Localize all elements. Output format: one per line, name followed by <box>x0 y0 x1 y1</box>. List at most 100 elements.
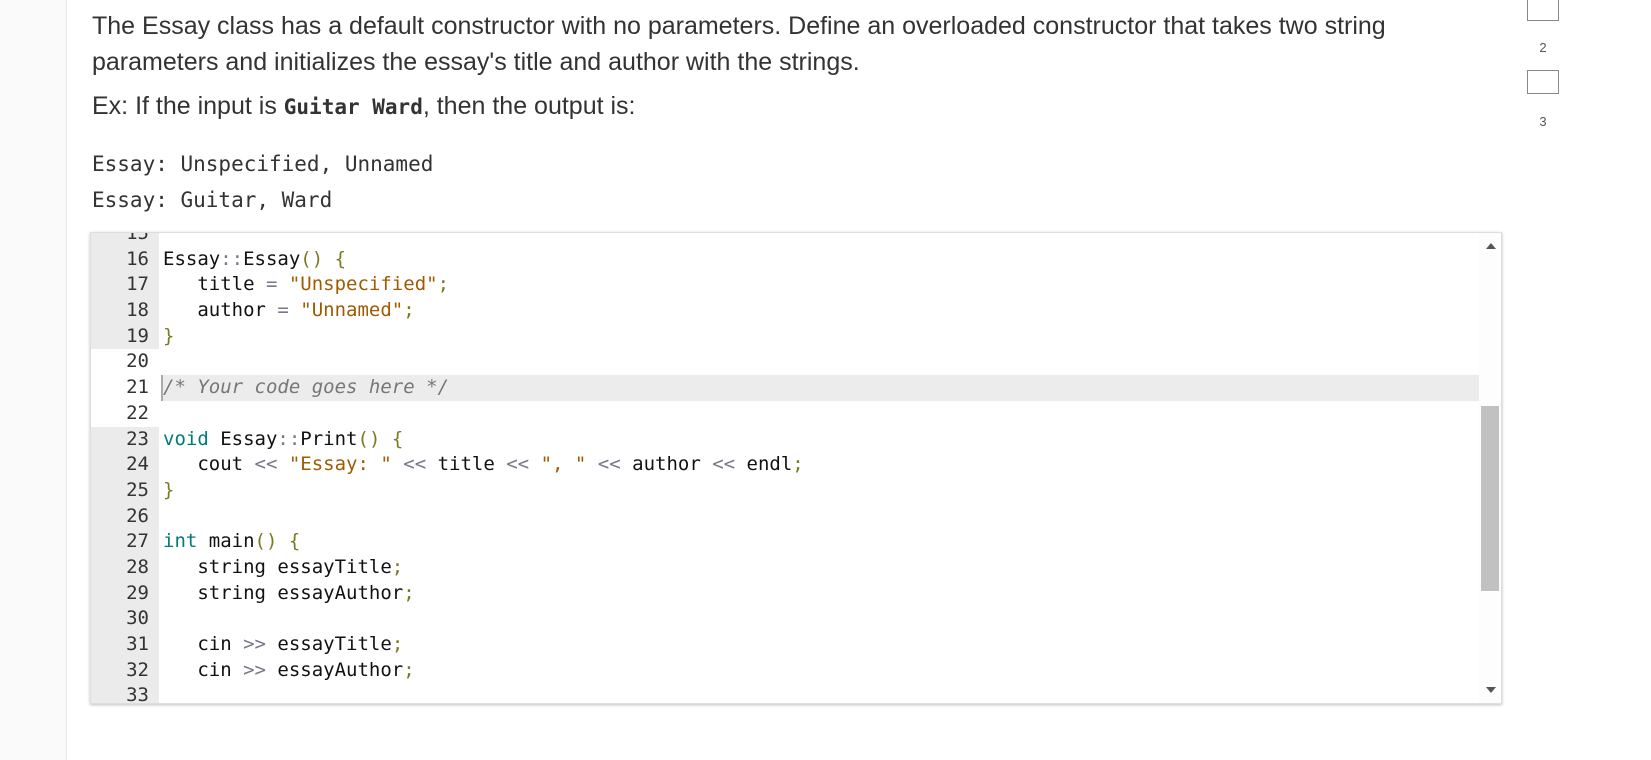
line-number: 26 <box>91 503 159 530</box>
code-text[interactable] <box>163 349 1479 375</box>
code-token: essayAuthor <box>265 658 404 681</box>
code-text[interactable]: void Essay::Print() { <box>163 427 1479 453</box>
code-text[interactable] <box>163 401 1479 427</box>
line-number: 15 <box>91 233 159 247</box>
code-line[interactable]: 16 Essay::Essay() { <box>91 246 1479 273</box>
code-token: >> <box>243 633 266 655</box>
code-token: endl <box>735 453 793 476</box>
code-lines[interactable]: 15 16 Essay::Essay() {17 title = "Unspecif… <box>91 233 1479 703</box>
code-line[interactable]: 24 cout << "Essay: " << title << ", " <<… <box>91 452 1479 478</box>
code-line[interactable]: 19} <box>91 323 1479 350</box>
output-line: Essay: Guitar, Ward <box>92 188 333 212</box>
example-input: Guitar Ward <box>283 95 423 119</box>
line-number: 31 <box>91 632 159 658</box>
code-line[interactable]: 20 <box>91 349 1479 376</box>
code-token: Essay <box>163 247 221 270</box>
example-prefix: Ex: If the input is <box>92 92 284 120</box>
progress-tab-label: 3 <box>1539 114 1547 129</box>
line-number: 16 <box>91 246 159 273</box>
line-number: 17 <box>91 272 159 299</box>
code-text[interactable]: title = "Unspecified"; <box>163 272 1479 298</box>
line-number: 33 <box>91 683 159 703</box>
code-text[interactable]: cout << "Essay: " << title << ", " << au… <box>163 452 1479 478</box>
code-line[interactable]: 23 void Essay::Print() { <box>91 426 1479 453</box>
output-line: Essay: Unspecified, Unnamed <box>92 152 434 176</box>
scrollbar[interactable] <box>1479 233 1501 703</box>
progress-tab-3[interactable] <box>1527 70 1559 94</box>
progress-tab-label: 2 <box>1539 40 1547 55</box>
code-text[interactable] <box>163 233 1479 247</box>
code-line[interactable]: 22 <box>91 400 1479 427</box>
code-token: ; <box>403 658 415 681</box>
code-text[interactable]: int main() { <box>163 529 1479 555</box>
code-line[interactable]: 17 title = "Unspecified"; <box>91 272 1479 299</box>
code-token: ; <box>437 273 450 296</box>
scrollbar-thumb[interactable] <box>1481 406 1499 591</box>
code-token: << <box>254 453 278 476</box>
problem-statement: The Essay class has a default constructo… <box>92 12 1386 76</box>
code-line[interactable]: 25} <box>91 477 1479 504</box>
code-token: ; <box>403 581 415 604</box>
code-text[interactable] <box>163 683 1479 703</box>
scroll-up-arrow-icon[interactable] <box>1486 243 1496 249</box>
code-token: ; <box>391 633 404 655</box>
code-text[interactable]: string essayAuthor; <box>163 581 1479 607</box>
code-text[interactable]: /* Your code goes here */ <box>161 375 1479 401</box>
code-text[interactable]: string essayTitle; <box>163 555 1479 581</box>
code-line[interactable]: 31 cin >> essayTitle; <box>91 632 1479 658</box>
code-line[interactable]: 27 int main() { <box>91 529 1479 555</box>
code-token: } <box>163 324 175 347</box>
code-text[interactable] <box>163 504 1479 530</box>
code-token: Print <box>300 427 358 450</box>
code-line[interactable]: 28 string essayTitle; <box>91 554 1479 581</box>
code-line[interactable]: 21/* Your code goes here */ <box>91 375 1479 401</box>
line-number: 24 <box>91 452 159 478</box>
code-text[interactable] <box>163 606 1479 632</box>
code-token: cin <box>163 658 244 681</box>
progress-tab-2[interactable] <box>1527 0 1559 21</box>
code-token: << <box>597 453 621 476</box>
code-text[interactable]: } <box>163 478 1479 504</box>
code-editor[interactable]: 15 16 Essay::Essay() {17 title = "Unspecif… <box>90 232 1502 704</box>
code-text[interactable]: } <box>163 324 1479 350</box>
code-token: "Unnamed" <box>300 299 404 322</box>
code-line[interactable]: 29 string essayAuthor; <box>91 580 1479 607</box>
code-token: :: <box>220 247 244 270</box>
code-text[interactable]: author = "Unnamed"; <box>163 298 1479 324</box>
line-number: 28 <box>91 554 159 581</box>
code-token: string essayAuthor <box>163 581 404 604</box>
code-token: { <box>391 427 404 450</box>
code-line[interactable]: 33 <box>91 683 1479 703</box>
line-number: 29 <box>91 580 159 607</box>
code-token: = <box>277 299 289 322</box>
code-token: string essayTitle <box>163 555 392 578</box>
code-token: () <box>300 247 324 270</box>
code-line[interactable]: 30 <box>91 606 1479 632</box>
code-line[interactable]: 26 <box>91 503 1479 530</box>
example-text: Ex: If the input is Guitar Ward, then th… <box>92 92 636 121</box>
code-text[interactable]: cin >> essayTitle; <box>163 632 1479 658</box>
code-line[interactable]: 15 <box>91 233 1479 247</box>
line-number: 22 <box>91 400 159 427</box>
code-text[interactable]: cin >> essayAuthor; <box>163 658 1479 684</box>
code-token: title <box>426 453 507 476</box>
code-text[interactable]: Essay::Essay() { <box>163 247 1479 273</box>
code-token: ; <box>403 299 415 322</box>
code-line[interactable]: 18 author = "Unnamed"; <box>91 298 1479 324</box>
code-line[interactable]: 32 cin >> essayAuthor; <box>91 657 1479 684</box>
scroll-down-arrow-icon[interactable] <box>1486 687 1496 693</box>
code-token: ", " <box>540 453 587 476</box>
line-number: 30 <box>91 606 159 632</box>
code-token: } <box>163 478 175 501</box>
code-token: :: <box>277 427 301 450</box>
example-output: Essay: Unspecified, Unnamed Essay: Guita… <box>92 146 433 218</box>
line-number: 20 <box>91 349 159 376</box>
example-suffix: , then the output is: <box>422 92 636 120</box>
line-number: 19 <box>91 323 159 350</box>
code-token: { <box>334 247 347 270</box>
